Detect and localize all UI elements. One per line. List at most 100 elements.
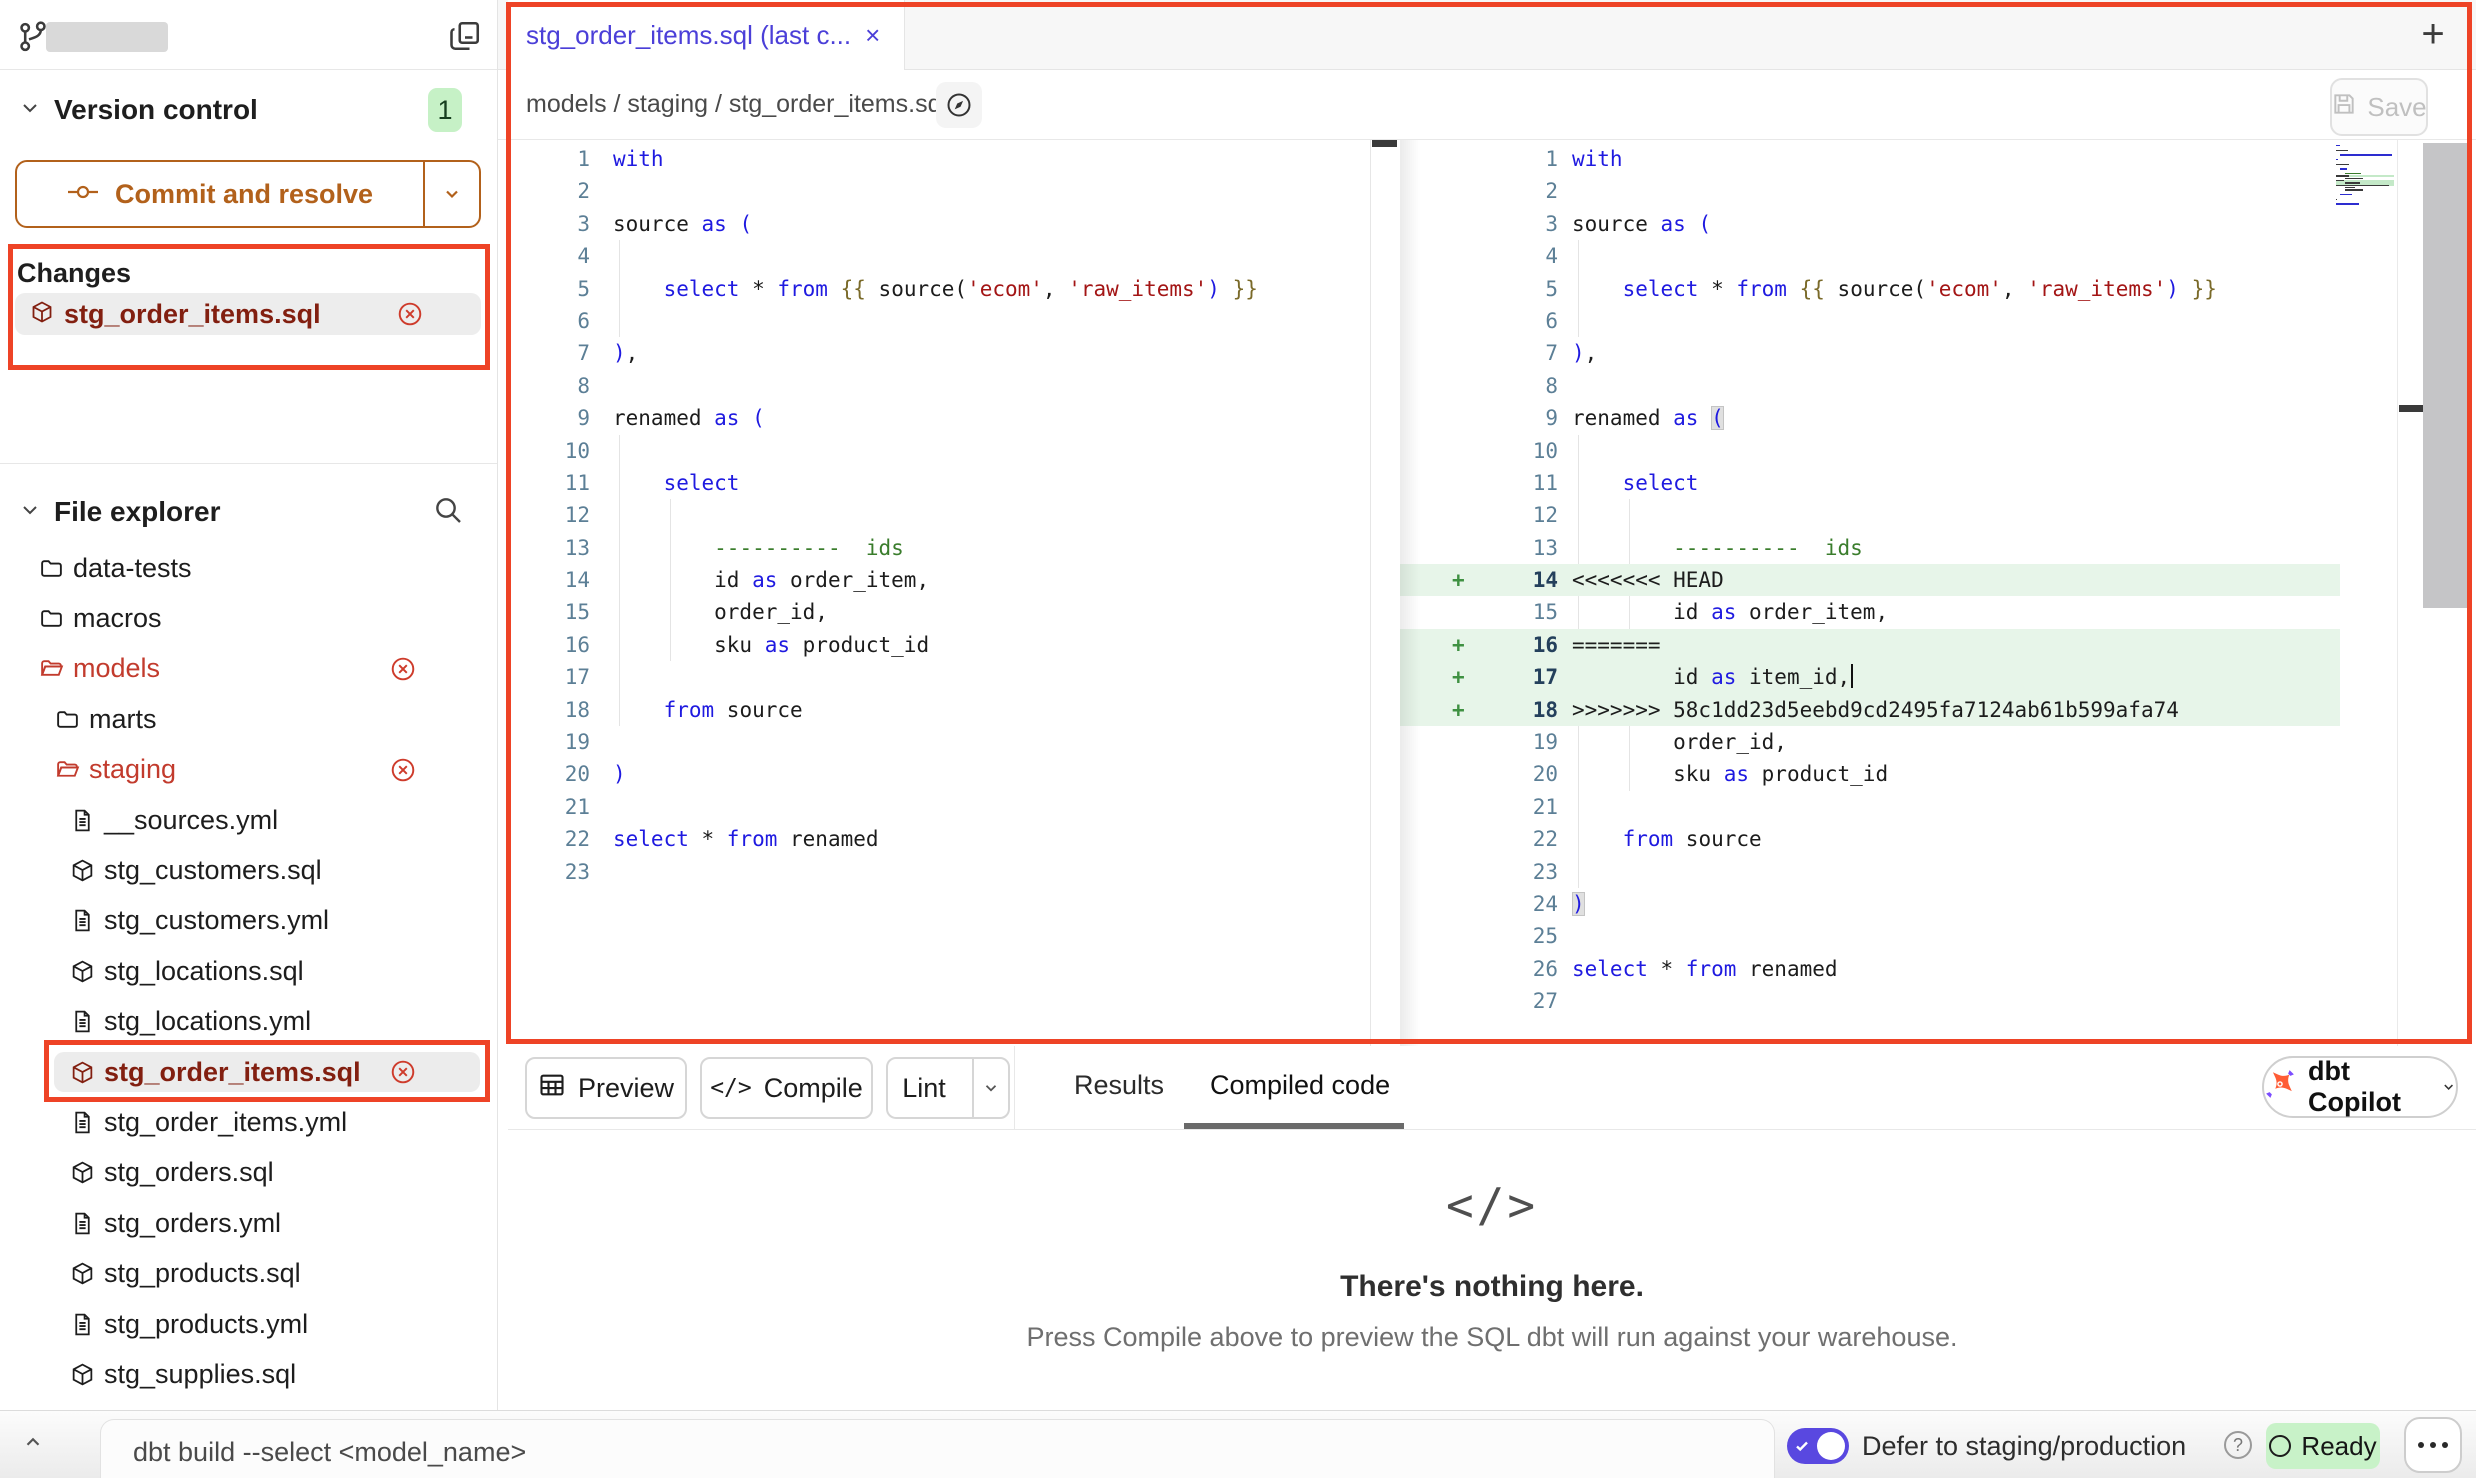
help-icon[interactable]: ? bbox=[2224, 1431, 2252, 1459]
copy-files-icon[interactable] bbox=[447, 18, 483, 54]
code-line-17: 17+ id as item_id, bbox=[1400, 661, 2397, 693]
code-line-21: 21 bbox=[1400, 791, 2397, 823]
commit-dropdown-caret[interactable] bbox=[423, 162, 479, 226]
code-line-8: 8 bbox=[508, 370, 1370, 402]
code-line-9: 9renamed as ( bbox=[1400, 402, 2397, 434]
version-control-section: Version control 1 bbox=[20, 88, 478, 132]
file-item-marts[interactable]: marts bbox=[0, 694, 498, 744]
changes-title: Changes bbox=[17, 258, 131, 289]
conflict-x-icon[interactable] bbox=[390, 656, 416, 689]
file-item-stg_orders.sql[interactable]: stg_orders.sql bbox=[0, 1148, 498, 1198]
code-line-24: 24) bbox=[1400, 888, 2397, 920]
code-line-2: 2 bbox=[508, 175, 1370, 207]
file-item-macros[interactable]: macros bbox=[0, 593, 498, 643]
code-line-5: 5 select * from {{ source('ecom', 'raw_i… bbox=[508, 273, 1370, 305]
file-item-stg_products.sql[interactable]: stg_products.sql bbox=[0, 1248, 498, 1298]
code-line-16: 16 sku as product_id bbox=[508, 629, 1370, 661]
chevron-up-icon[interactable] bbox=[22, 1431, 44, 1458]
new-tab-button[interactable]: + bbox=[2414, 16, 2452, 54]
scrollbar-track[interactable] bbox=[2423, 143, 2468, 608]
code-line-18: 18+>>>>>>> 58c1dd23d5eebd9cd2495fa7124ab… bbox=[1400, 694, 2397, 726]
file-item-stg_locations.sql[interactable]: stg_locations.sql bbox=[0, 946, 498, 996]
tab-compiled-code[interactable]: Compiled code bbox=[1210, 1070, 1390, 1101]
code-line-7: 7), bbox=[1400, 337, 2397, 369]
code-line-19: 19 order_id, bbox=[1400, 726, 2397, 758]
branch-name-placeholder[interactable] bbox=[46, 22, 168, 52]
file-item-stg_locations.yml[interactable]: stg_locations.yml bbox=[0, 997, 498, 1047]
code-line-4: 4 bbox=[1400, 240, 2397, 272]
file-item-stg_order_items.sql[interactable]: stg_order_items.sql bbox=[0, 1047, 498, 1097]
editor-toolbar: Preview </> Compile Lint Results Compile… bbox=[508, 1046, 2476, 1130]
commit-and-resolve-button[interactable]: Commit and resolve bbox=[15, 160, 481, 228]
cube-icon bbox=[30, 300, 54, 329]
tab-results[interactable]: Results bbox=[1074, 1070, 1164, 1101]
code-line-12: 12 bbox=[508, 499, 1370, 531]
code-line-10: 10 bbox=[508, 435, 1370, 467]
code-line-27: 27 bbox=[1400, 985, 2397, 1017]
editor-pane-left[interactable]: 1with23source as (45 select * from {{ so… bbox=[508, 140, 1371, 1046]
file-item-staging[interactable]: staging bbox=[0, 745, 498, 795]
code-line-18: 18 from source bbox=[508, 694, 1370, 726]
code-line-23: 23 bbox=[1400, 856, 2397, 888]
left-scrollbar-thumb[interactable] bbox=[1372, 140, 1397, 147]
code-line-2: 2 bbox=[1400, 175, 2397, 207]
preview-button[interactable]: Preview bbox=[525, 1057, 687, 1119]
lint-button[interactable]: Lint bbox=[886, 1057, 1010, 1119]
dbt-copilot-button[interactable]: dbt Copilot bbox=[2262, 1056, 2458, 1118]
compass-icon[interactable] bbox=[936, 82, 982, 128]
command-placeholder: dbt build --select <model_name> bbox=[133, 1437, 526, 1468]
ready-circle-icon bbox=[2269, 1435, 2291, 1457]
status-bar: dbt build --select <model_name> Defer to… bbox=[0, 1410, 2476, 1478]
chevron-down-icon[interactable] bbox=[20, 98, 40, 118]
code-line-15: 15 id as order_item, bbox=[1400, 596, 2397, 628]
compiled-code-empty-state: </> There's nothing here. Press Compile … bbox=[508, 1130, 2476, 1410]
toggle-knob bbox=[1817, 1432, 1845, 1460]
code-lines-left: 1with23source as (45 select * from {{ so… bbox=[508, 140, 1370, 888]
minimap[interactable] bbox=[2336, 145, 2400, 209]
file-item-data-tests[interactable]: data-tests bbox=[0, 543, 498, 593]
conflict-x-icon[interactable] bbox=[390, 1059, 416, 1092]
conflict-x-icon[interactable] bbox=[397, 301, 423, 332]
file-item-stg_orders.yml[interactable]: stg_orders.yml bbox=[0, 1198, 498, 1248]
file-item-models[interactable]: models bbox=[0, 644, 498, 694]
status-badge[interactable]: Ready bbox=[2266, 1423, 2380, 1469]
sidebar-header bbox=[0, 0, 497, 70]
file-item-__sources.yml[interactable]: __sources.yml bbox=[0, 795, 498, 845]
defer-toggle[interactable] bbox=[1787, 1428, 1849, 1464]
close-icon[interactable]: × bbox=[865, 22, 880, 48]
code-line-22: 22select * from renamed bbox=[508, 823, 1370, 855]
sidebar: Version control 1 Commit and resolve Cha… bbox=[0, 0, 498, 1410]
sidebar-divider bbox=[0, 463, 497, 464]
changed-file-item[interactable]: stg_order_items.sql bbox=[15, 293, 481, 335]
lint-dropdown-caret[interactable] bbox=[972, 1059, 1008, 1117]
code-line-1: 1with bbox=[508, 143, 1370, 175]
code-line-4: 4 bbox=[508, 240, 1370, 272]
chevron-down-icon[interactable] bbox=[20, 500, 40, 520]
code-line-7: 7), bbox=[508, 337, 1370, 369]
command-input[interactable]: dbt build --select <model_name> bbox=[100, 1419, 1775, 1478]
right-scrollbar-thumb[interactable] bbox=[2399, 405, 2423, 412]
file-item-stg_customers.yml[interactable]: stg_customers.yml bbox=[0, 896, 498, 946]
commit-icon bbox=[67, 179, 99, 210]
file-item-stg_supplies.sql[interactable]: stg_supplies.sql bbox=[0, 1349, 498, 1399]
tab-stg-order-items[interactable]: stg_order_items.sql (last c... × bbox=[508, 0, 905, 70]
code-line-9: 9renamed as ( bbox=[508, 402, 1370, 434]
editor-pane-right[interactable]: 1with23source as (45 select * from {{ so… bbox=[1400, 140, 2398, 1046]
git-branch-icon[interactable] bbox=[16, 20, 50, 54]
file-item-stg_order_items.yml[interactable]: stg_order_items.yml bbox=[0, 1097, 498, 1147]
changes-count-badge: 1 bbox=[428, 88, 462, 132]
empty-state-title: There's nothing here. bbox=[508, 1270, 2476, 1304]
search-icon[interactable] bbox=[432, 494, 464, 531]
file-item-stg_customers.sql[interactable]: stg_customers.sql bbox=[0, 845, 498, 895]
code-line-26: 26select * from renamed bbox=[1400, 953, 2397, 985]
code-line-14: 14 id as order_item, bbox=[508, 564, 1370, 596]
code-line-20: 20 sku as product_id bbox=[1400, 758, 2397, 790]
file-item-stg_products.yml[interactable]: stg_products.yml bbox=[0, 1299, 498, 1349]
conflict-x-icon[interactable] bbox=[390, 757, 416, 790]
save-icon bbox=[2331, 91, 2357, 124]
save-button[interactable]: Save bbox=[2330, 78, 2428, 136]
compile-button[interactable]: </> Compile bbox=[700, 1057, 873, 1119]
empty-state-subtitle: Press Compile above to preview the SQL d… bbox=[508, 1322, 2476, 1353]
defer-label: Defer to staging/production bbox=[1862, 1431, 2186, 1462]
more-options-button[interactable] bbox=[2404, 1417, 2462, 1473]
